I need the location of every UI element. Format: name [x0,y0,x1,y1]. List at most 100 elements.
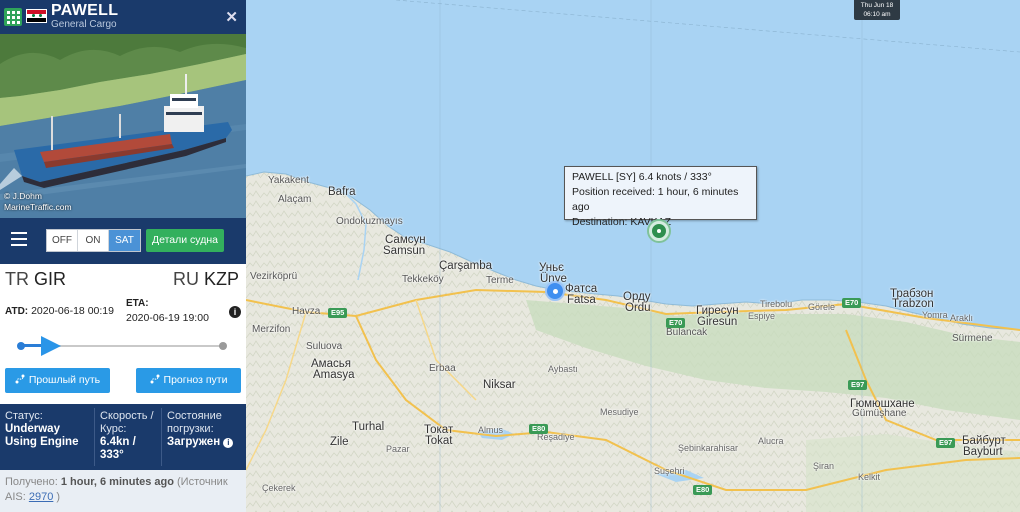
place-label: Trabzon [892,298,934,310]
progress-arrow-icon [40,336,61,356]
map-terrain [246,0,1020,512]
place-label: Fatsa [567,294,596,306]
voyage-progress-bar [17,336,227,356]
vessel-name: PAWELL [51,2,119,19]
timestamp-time: 06:10 am [863,11,891,18]
toggle-sat[interactable]: SAT [109,230,140,251]
location-pin-icon[interactable] [545,281,565,301]
place-label: Bafra [328,186,356,198]
place-label: Yomra [922,310,948,320]
place-label: Bayburt [963,446,1003,458]
speed-label: Скорость / Курс: [100,410,154,435]
received-source-link[interactable]: 2970 [29,491,53,503]
info-icon[interactable]: i [229,306,241,318]
toggle-on[interactable]: ON [78,230,109,251]
highway-shield: E95 [328,308,348,318]
vessel-marker-dot [657,229,661,233]
place-label: Samsun [383,245,426,257]
info-icon[interactable]: i [223,438,234,448]
load-column: Состояние погрузки: Загружен i [167,410,245,449]
voyage-section: TR GIR RU KZP ATD: 2020-06-18 00:19 ETA:… [0,264,246,404]
place-label: Araklı [950,313,974,323]
received-time: 1 hour, 6 minutes ago [60,476,174,488]
place-label: Alucra [758,436,784,446]
place-label: Suşehri [654,466,685,476]
timestamp-day: Thu Jun 18 [860,2,894,9]
place-label: Yakakent [268,175,309,186]
syria-flag-icon [26,9,47,23]
place-label: Havza [292,306,321,317]
departure-port-code: GIR [34,269,67,289]
arrival-country: RU [172,269,199,289]
atd-row: ATD: 2020-06-18 00:19 [5,305,114,317]
vessel-details-button[interactable]: Детали судна [146,229,224,252]
panel-toolbar: OFF ON SAT Детали судна [0,218,246,264]
place-label: Reşadiye [537,432,575,442]
vessel-panel: PAWELL General Cargo ✕ © J.Dohm MarineTr… [0,0,246,512]
atd-label: ATD: [5,306,29,317]
past-track-button[interactable]: Прошлый путь [5,368,110,393]
status-value: Underway Using Engine [5,423,79,448]
place-label: Alaçam [278,194,312,205]
place-label: Espiye [748,311,776,321]
highway-shield: E70 [666,318,686,328]
place-label: Bulancak [666,327,708,338]
place-label: Terme [486,275,514,286]
photo-credit: © J.Dohm MarineTraffic.com [4,191,72,213]
hamburger-menu-icon[interactable] [11,232,27,246]
toggle-off[interactable]: OFF [47,230,78,251]
load-value: Загружен i [167,436,245,449]
place-label: Ordu [625,302,651,314]
place-label: Ondokuzmayıs [336,216,403,227]
highway-shield: E70 [842,298,862,308]
vessel-type: General Cargo [51,19,117,30]
photo-credit-site: MarineTraffic.com [4,202,72,212]
place-label: Niksar [483,379,516,391]
place-label: Amasya [313,369,355,381]
place-label: Almus [478,425,504,435]
tooltip-line-speed: PAWELL [SY] 6.4 knots / 333° [572,171,712,183]
highway-shield: E97 [936,438,956,448]
forecast-track-label: Прогноз пути [163,374,228,386]
map-view[interactable]: Yakakent Bafra Alaçam Ondokuzmayıs Самсу… [246,0,1020,512]
close-icon[interactable]: ✕ [225,8,238,26]
speed-value: 6.4kn / 333° [100,436,136,461]
status-label: Статус: [5,410,43,422]
place-label: Kelkit [858,472,881,482]
place-label: Görele [808,302,836,312]
arrival-port[interactable]: RU KZP [173,269,239,290]
place-label: Erbaa [429,363,456,374]
eta-label: ETA: [126,298,149,309]
place-label: Tirebolu [760,299,793,309]
last-received: Получено: 1 hour, 6 minutes ago (Источни… [0,470,246,512]
vessel-tooltip: PAWELL [SY] 6.4 knots / 333° Position re… [564,166,757,228]
place-label: Tekkeköy [402,274,444,285]
forecast-track-button[interactable]: Прогноз пути [136,368,241,393]
highway-shield: E80 [529,424,549,434]
place-label: Çekerek [262,483,296,493]
map-mode-toggle[interactable]: OFF ON SAT [46,229,141,252]
vessel-marker[interactable] [649,221,669,241]
vessel-photo[interactable]: © J.Dohm MarineTraffic.com [0,34,246,218]
divider [161,408,162,466]
route-icon [15,374,25,384]
grid-menu-icon[interactable] [4,8,22,26]
route-icon [150,374,160,384]
received-prefix: Получено: [5,476,58,488]
place-label: Suluova [306,341,343,352]
load-label: Состояние погрузки: [167,410,222,435]
place-label: Tokat [425,435,453,447]
departure-country: TR [5,269,29,289]
place-label: Turhal [352,421,385,433]
speed-column: Скорость / Курс: 6.4kn / 333° [100,410,160,462]
arrival-port-code: KZP [203,269,239,289]
status-section: Статус: Underway Using Engine Скорость /… [0,404,246,470]
highway-shield: E80 [693,485,713,495]
place-label: Çarşamba [439,260,493,272]
progress-start-dot [17,342,25,350]
status-column: Статус: Underway Using Engine [5,410,93,449]
past-track-label: Прошлый путь [28,374,101,386]
place-label: Şebinkarahisar [678,443,739,453]
departure-port[interactable]: TR GIR [5,269,66,290]
divider [94,408,95,466]
